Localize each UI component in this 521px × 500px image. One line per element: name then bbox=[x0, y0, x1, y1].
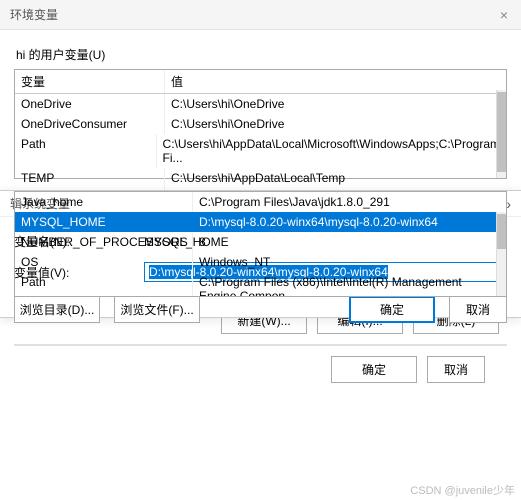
user-vars-label: hi 的用户变量(U) bbox=[16, 46, 507, 63]
table-row[interactable]: PathC:\Program Files (x86)\Intel\Intel(R… bbox=[15, 272, 506, 297]
table-row-selected[interactable]: MYSQL_HOMED:\mysql-8.0.20-winx64\mysql-8… bbox=[15, 212, 506, 232]
dialog-title: 环境变量 bbox=[10, 6, 497, 23]
col-header-value[interactable]: 值 bbox=[165, 70, 506, 93]
edit-dialog-buttons: 浏览目录(D)... 浏览文件(F)... 确定 取消 bbox=[0, 296, 521, 323]
main-ok-button[interactable]: 确定 bbox=[331, 356, 417, 383]
table-row[interactable]: NUMBER_OF_PROCESSORS8 bbox=[15, 232, 506, 252]
user-vars-section: hi 的用户变量(U) 变量 值 OneDriveC:\Users\hi\One… bbox=[0, 30, 521, 179]
chevron-right-icon[interactable]: › bbox=[506, 196, 511, 212]
col-header-name[interactable]: 变量 bbox=[15, 70, 165, 93]
user-vars-table[interactable]: 变量 值 OneDriveC:\Users\hi\OneDrive OneDri… bbox=[14, 69, 507, 179]
table-row[interactable]: TEMPC:\Users\hi\AppData\Local\Temp bbox=[15, 168, 506, 188]
main-dialog-buttons: 确定 取消 bbox=[14, 344, 507, 383]
browse-dir-button[interactable]: 浏览目录(D)... bbox=[14, 296, 100, 323]
table-header: 变量 值 bbox=[15, 70, 506, 94]
title-bar: 环境变量 × bbox=[0, 0, 521, 30]
scrollbar-thumb[interactable] bbox=[497, 214, 506, 249]
ok-button[interactable]: 确定 bbox=[349, 296, 435, 323]
scrollbar[interactable] bbox=[496, 212, 506, 296]
main-cancel-button[interactable]: 取消 bbox=[427, 356, 485, 383]
cancel-button[interactable]: 取消 bbox=[449, 296, 507, 323]
scrollbar[interactable] bbox=[496, 90, 506, 178]
watermark: CSDN @juvenile少年 bbox=[410, 482, 515, 498]
table-row[interactable]: OneDriveConsumerC:\Users\hi\OneDrive bbox=[15, 114, 506, 134]
table-row[interactable]: PathC:\Users\hi\AppData\Local\Microsoft\… bbox=[15, 134, 506, 168]
system-vars-table[interactable]: Java_homeC:\Program Files\Java\jdk1.8.0_… bbox=[14, 191, 507, 297]
table-row[interactable]: OSWindows_NT bbox=[15, 252, 506, 272]
table-row[interactable]: OneDriveC:\Users\hi\OneDrive bbox=[15, 94, 506, 114]
scrollbar-thumb[interactable] bbox=[497, 92, 506, 172]
table-row[interactable]: Java_homeC:\Program Files\Java\jdk1.8.0_… bbox=[15, 192, 506, 212]
close-icon[interactable]: × bbox=[497, 8, 511, 22]
browse-file-button[interactable]: 浏览文件(F)... bbox=[114, 296, 200, 323]
